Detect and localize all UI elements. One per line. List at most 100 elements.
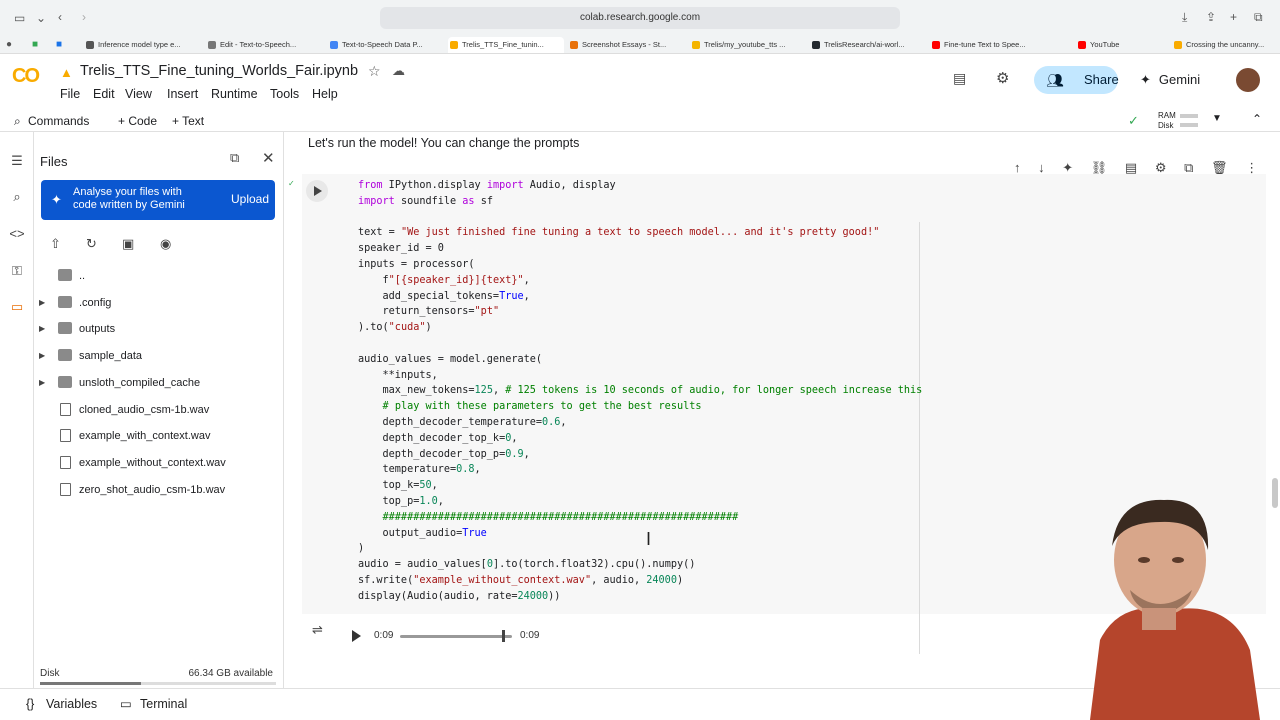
menu-file[interactable]: File	[60, 87, 80, 101]
folder-row[interactable]: ▶ .config	[34, 290, 282, 316]
code-line[interactable]: depth_decoder_top_p=0.9,	[358, 447, 530, 463]
code-line[interactable]: top_p=1.0,	[358, 494, 444, 510]
code-line[interactable]: max_new_tokens=125, # 125 tokens is 10 s…	[358, 383, 923, 399]
browser-tab[interactable]: Trelis_TTS_Fine_tunin...	[448, 37, 564, 53]
expand-chevron-icon[interactable]: ▶	[39, 316, 45, 342]
menu-tools[interactable]: Tools	[270, 87, 299, 101]
code-line[interactable]: add_special_tokens=True,	[358, 289, 530, 305]
more-vert-icon[interactable]: ⋮	[1245, 160, 1258, 175]
upload-button[interactable]: Upload	[231, 192, 269, 206]
code-line[interactable]: text = "We just finished fine tuning a t…	[358, 225, 879, 241]
play-icon[interactable]	[352, 630, 361, 642]
share-page-icon[interactable]: ⇪	[1206, 10, 1216, 24]
file-row[interactable]: example_without_context.wav	[34, 450, 282, 476]
notebook-title[interactable]: Trelis_TTS_Fine_tuning_Worlds_Fair.ipynb	[80, 63, 358, 79]
gemini-button[interactable]: ✦ Gemini	[1140, 66, 1200, 94]
code-line[interactable]: speaker_id = 0	[358, 241, 444, 257]
code-line[interactable]: )	[358, 541, 364, 557]
download-icon[interactable]: ⤓	[1182, 10, 1187, 24]
code-line[interactable]: **inputs,	[358, 368, 438, 384]
folder-row[interactable]: ▶ sample_data	[34, 343, 282, 369]
user-avatar[interactable]	[1236, 68, 1260, 92]
code-line[interactable]: temperature=0.8,	[358, 462, 481, 478]
comment-icon[interactable]: ▤	[953, 70, 966, 87]
code-line[interactable]: display(Audio(audio, rate=24000))	[358, 589, 560, 605]
colab-logo[interactable]: CO	[12, 65, 46, 89]
browser-tab[interactable]: Edit - Text-to-Speech...	[206, 37, 324, 53]
open-in-tab-icon[interactable]: ⧉	[230, 150, 239, 166]
files-folder-icon[interactable]: ▭	[8, 298, 26, 316]
variables-button[interactable]: Variables	[46, 697, 97, 711]
menu-insert[interactable]: Insert	[167, 87, 198, 101]
code-line[interactable]: output_audio=True	[358, 526, 487, 542]
file-row[interactable]: cloned_audio_csm-1b.wav	[34, 397, 282, 423]
close-icon[interactable]: ✕	[262, 149, 275, 167]
disk-usage-label[interactable]: Disk	[1158, 121, 1174, 130]
expand-chevron-icon[interactable]: ▶	[39, 370, 45, 396]
file-row[interactable]: zero_shot_audio_csm-1b.wav	[34, 477, 282, 503]
code-line[interactable]: from IPython.display import Audio, displ…	[358, 178, 616, 194]
folder-row[interactable]: ..	[34, 263, 282, 289]
star-icon[interactable]: ☆	[368, 63, 381, 80]
pinned-tab-icon[interactable]: ■	[32, 38, 38, 52]
text-cell[interactable]: Let's run the model! You can change the …	[308, 136, 579, 150]
code-line[interactable]: top_k=50,	[358, 478, 438, 494]
commands-button[interactable]: Commands	[28, 114, 89, 128]
sidebar-toggle-icon[interactable]: ▭	[14, 11, 25, 25]
browser-tab[interactable]: YouTube	[1076, 37, 1166, 53]
mount-drive-icon[interactable]: ▣	[122, 236, 134, 252]
refresh-icon[interactable]: ↻	[86, 236, 97, 252]
browser-tab[interactable]: Crossing the uncanny...	[1172, 37, 1276, 53]
forward-icon[interactable]: ›	[82, 10, 86, 24]
browser-tab[interactable]: Text-to-Speech Data P...	[328, 37, 444, 53]
code-line[interactable]: depth_decoder_temperature=0.6,	[358, 415, 567, 431]
cell-settings-icon[interactable]: ⚙	[1155, 160, 1167, 175]
code-line[interactable]: audio_values = model.generate(	[358, 352, 542, 368]
delete-icon[interactable]: 🗑︎	[1211, 160, 1228, 175]
output-options-icon[interactable]: ⇌	[312, 622, 323, 638]
gemini-sparkle-icon[interactable]: ✦	[1062, 160, 1073, 175]
code-line[interactable]: inputs = processor(	[358, 257, 475, 273]
upload-file-icon[interactable]: ⇧	[50, 236, 61, 252]
file-row[interactable]: example_with_context.wav	[34, 423, 282, 449]
secrets-key-icon[interactable]: ⚿	[8, 262, 26, 280]
tab-overview-icon[interactable]: ⌄	[36, 11, 46, 25]
expand-chevron-icon[interactable]: ▶	[39, 290, 45, 316]
browser-tab[interactable]: Screenshot Essays - St...	[568, 37, 686, 53]
code-line[interactable]: audio = audio_values[0].to(torch.float32…	[358, 557, 695, 573]
menu-runtime[interactable]: Runtime	[211, 87, 258, 101]
folder-row[interactable]: ▶ outputs	[34, 316, 282, 342]
comment-icon[interactable]: ▤	[1125, 160, 1137, 175]
browser-tab[interactable]: Fine-tune Text to Spee...	[930, 37, 1070, 53]
browser-tab[interactable]: TrelisResearch/ai-worl...	[810, 37, 926, 53]
new-tab-icon[interactable]: +	[1230, 10, 1237, 24]
browser-tab[interactable]: Inference model type e...	[84, 37, 202, 53]
collapse-header-icon[interactable]: ⌃	[1252, 112, 1262, 126]
find-icon[interactable]: ⌕	[8, 188, 26, 206]
code-snippets-icon[interactable]: <>	[8, 225, 26, 243]
code-line[interactable]: return_tensors="pt"	[358, 304, 500, 320]
runtime-dropdown-icon[interactable]: ▼	[1212, 113, 1222, 124]
pinned-tab-icon[interactable]: ■	[56, 38, 62, 52]
menu-edit[interactable]: Edit	[93, 87, 115, 101]
menu-view[interactable]: View	[125, 87, 152, 101]
url-bar[interactable]: colab.research.google.com	[380, 7, 900, 29]
browser-tab[interactable]: Trelis/my_youtube_tts ...	[690, 37, 806, 53]
tabs-icon[interactable]: ⧉	[1254, 10, 1263, 24]
share-button[interactable]: 👥︎ Share	[1034, 66, 1119, 94]
code-line[interactable]: ).to("cuda")	[358, 320, 432, 336]
github-pinned-icon[interactable]: ●	[6, 38, 12, 52]
audio-seek-bar[interactable]	[400, 635, 512, 638]
move-down-icon[interactable]: ↓	[1038, 160, 1045, 175]
hidden-files-eye-icon[interactable]: ◉	[160, 236, 171, 252]
add-code-button[interactable]: + Code	[118, 114, 157, 128]
code-line[interactable]: import soundfile as sf	[358, 194, 493, 210]
code-line[interactable]: ########################################…	[358, 510, 739, 526]
back-icon[interactable]: ‹	[58, 10, 62, 24]
settings-gear-icon[interactable]: ⚙	[996, 69, 1009, 87]
audio-seek-knob[interactable]	[502, 630, 505, 642]
add-text-button[interactable]: + Text	[172, 114, 204, 128]
menu-help[interactable]: Help	[312, 87, 338, 101]
terminal-button[interactable]: Terminal	[140, 697, 187, 711]
code-line[interactable]: depth_decoder_top_k=0,	[358, 431, 518, 447]
